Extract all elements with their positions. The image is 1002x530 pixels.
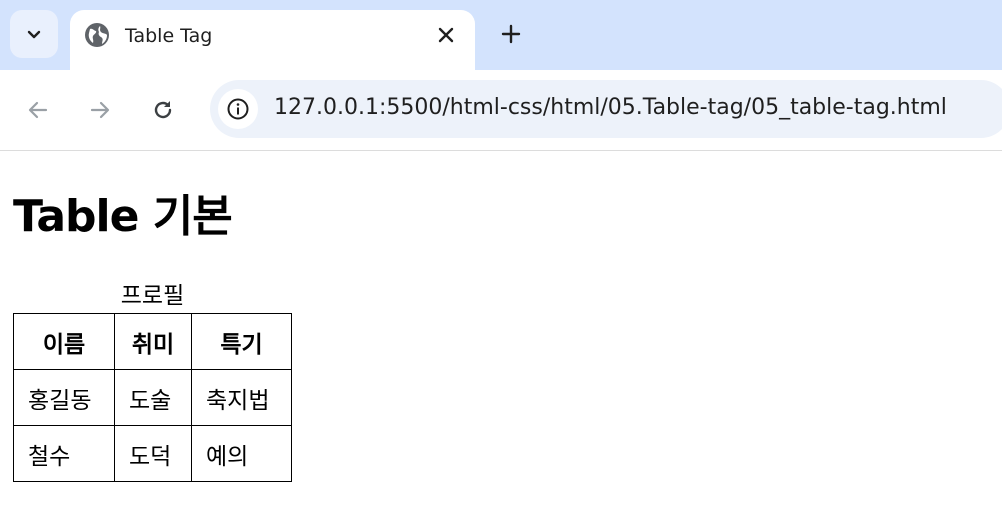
- header-skill: 특기: [191, 313, 292, 370]
- address-bar[interactable]: 127.0.0.1:5500/html-css/html/05.Table-ta…: [210, 80, 1002, 138]
- table-row: 철수 도덕 예의: [13, 425, 292, 482]
- profile-table-wrapper: 프로필 이름 취미 특기 홍길동 도술 축지법 철수 도덕 예의: [13, 280, 292, 482]
- profile-table: 프로필 이름 취미 특기 홍길동 도술 축지법 철수 도덕 예의: [13, 280, 292, 482]
- new-tab-button[interactable]: [495, 18, 527, 50]
- table-caption: 프로필: [120, 283, 185, 309]
- url-text[interactable]: 127.0.0.1:5500/html-css/html/05.Table-ta…: [274, 95, 947, 120]
- table-header-row: 이름 취미 특기: [13, 313, 292, 370]
- table-cell: 철수: [13, 425, 115, 482]
- table-cell: 도술: [114, 369, 192, 426]
- table-cell: 예의: [191, 425, 292, 482]
- table-cell: 도덕: [114, 425, 192, 482]
- table-cell: 축지법: [191, 369, 292, 426]
- plus-icon: [500, 23, 522, 45]
- tab-title: Table Tag: [125, 25, 213, 47]
- forward-button[interactable]: [82, 92, 118, 128]
- page-content: Table 기본 프로필 이름 취미 특기 홍길동 도술 축지법 철수 도덕 예…: [0, 151, 1002, 530]
- reload-button[interactable]: [145, 92, 181, 128]
- globe-icon: [84, 22, 110, 48]
- browser-toolbar: 127.0.0.1:5500/html-css/html/05.Table-ta…: [0, 70, 1002, 151]
- tab-active[interactable]: Table Tag: [70, 10, 475, 70]
- site-info-button[interactable]: [218, 89, 258, 129]
- page-heading: Table 기본: [13, 191, 233, 242]
- arrow-right-icon: [88, 98, 112, 122]
- arrow-left-icon: [26, 98, 50, 122]
- close-icon[interactable]: [433, 22, 459, 48]
- reload-icon: [151, 98, 175, 122]
- header-name: 이름: [13, 313, 115, 370]
- header-hobby: 취미: [114, 313, 192, 370]
- back-button[interactable]: [20, 92, 56, 128]
- chevron-down-icon: [25, 25, 43, 43]
- tab-strip: Table Tag: [0, 0, 1002, 70]
- table-cell: 홍길동: [13, 369, 115, 426]
- table-row: 홍길동 도술 축지법: [13, 369, 292, 426]
- tab-search-button[interactable]: [10, 10, 58, 58]
- info-icon: [226, 97, 250, 121]
